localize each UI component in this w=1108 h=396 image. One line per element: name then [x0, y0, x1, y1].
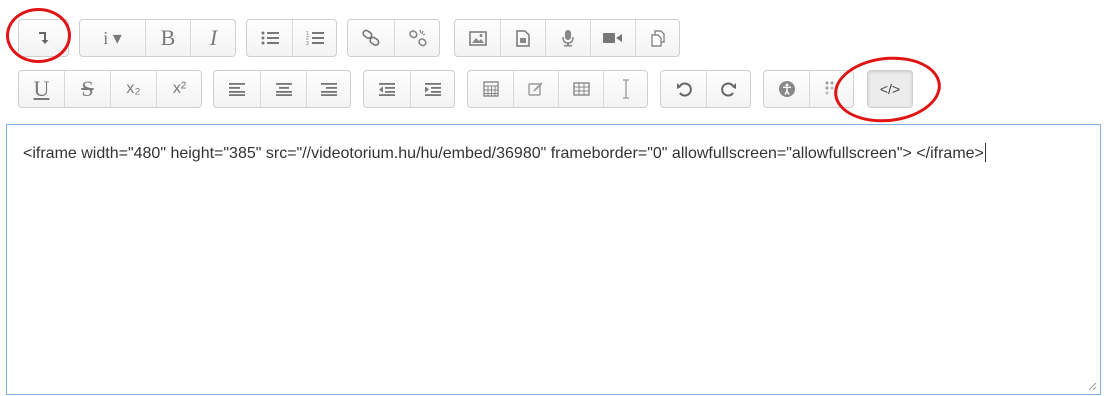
microphone-icon — [562, 30, 574, 47]
align-center-icon — [275, 82, 292, 96]
unordered-list-button[interactable] — [247, 20, 292, 56]
image-button[interactable] — [455, 20, 500, 56]
superscript-button[interactable]: x² — [156, 71, 201, 107]
link-icon — [362, 29, 380, 46]
media-icon — [516, 29, 530, 47]
editor-source-text[interactable]: <iframe width="480" height="385" src="//… — [23, 139, 1083, 168]
resize-handle-icon[interactable] — [1087, 381, 1097, 391]
group-links — [347, 19, 440, 57]
special-char-icon — [528, 82, 543, 96]
info-dropdown-label: i ▾ — [103, 27, 122, 48]
show-more-icon — [38, 32, 48, 44]
accessibility-button[interactable] — [764, 71, 809, 107]
indent-icon — [425, 82, 441, 96]
underline-label: U — [33, 76, 50, 101]
group-insert — [467, 70, 648, 108]
accessibility-icon — [778, 81, 795, 97]
clear-format-icon — [623, 79, 629, 99]
bold-button[interactable]: B — [145, 20, 190, 56]
video-button[interactable] — [590, 20, 635, 56]
media-button[interactable] — [500, 20, 545, 56]
image-icon — [468, 30, 487, 46]
undo-button[interactable] — [661, 71, 706, 107]
html-source-button[interactable]: </> — [868, 71, 912, 107]
screenreader-button[interactable] — [809, 71, 853, 107]
group-text-format: U S x₂ x² — [18, 70, 202, 108]
group-html: </> — [867, 70, 913, 108]
equation-button[interactable] — [468, 71, 513, 107]
redo-icon — [721, 82, 736, 97]
editor-content-area[interactable]: <iframe width="480" height="385" src="//… — [6, 124, 1101, 395]
superscript-label: x² — [172, 80, 187, 97]
strikethrough-label: S — [81, 76, 94, 101]
redo-button[interactable] — [706, 71, 750, 107]
align-center-button[interactable] — [260, 71, 306, 107]
unlink-button[interactable] — [394, 20, 439, 56]
align-left-button[interactable] — [214, 71, 260, 107]
ordered-list-button[interactable]: 123 — [292, 20, 336, 56]
group-show-more — [18, 19, 69, 57]
html-source-label: </> — [879, 81, 901, 97]
align-right-button[interactable] — [306, 71, 350, 107]
indent-button[interactable] — [410, 71, 454, 107]
unlink-icon — [408, 29, 427, 47]
strikethrough-button[interactable]: S — [64, 71, 110, 107]
bold-label: B — [160, 25, 176, 50]
show-more-button[interactable] — [19, 20, 68, 56]
screenreader-icon — [825, 81, 838, 95]
table-button[interactable] — [558, 71, 603, 107]
equation-icon — [482, 81, 499, 97]
editor-toolbar: i ▾ B I 123 U S x₂ x² </> — [0, 0, 1108, 124]
group-media — [454, 19, 680, 57]
group-text-style: i ▾ B I — [79, 19, 236, 57]
microphone-button[interactable] — [545, 20, 590, 56]
subscript-label: x₂ — [126, 80, 141, 97]
group-indent — [363, 70, 455, 108]
manage-files-button[interactable] — [635, 20, 679, 56]
group-alignment — [213, 70, 351, 108]
group-accessibility — [763, 70, 854, 108]
svg-text:3: 3 — [306, 41, 309, 46]
ordered-list-icon: 123 — [306, 31, 324, 46]
undo-icon — [676, 82, 692, 97]
group-history — [660, 70, 751, 108]
outdent-icon — [379, 82, 395, 96]
manage-files-icon — [651, 29, 665, 47]
underline-button[interactable]: U — [19, 71, 64, 107]
align-left-icon — [229, 82, 245, 96]
group-lists: 123 — [246, 19, 337, 57]
italic-button[interactable]: I — [190, 20, 235, 56]
unordered-list-icon — [261, 31, 279, 45]
link-button[interactable] — [348, 20, 394, 56]
info-dropdown-button[interactable]: i ▾ — [80, 20, 145, 56]
clear-format-button[interactable] — [603, 71, 647, 107]
text-caret — [984, 143, 986, 162]
table-icon — [572, 82, 590, 96]
italic-label: I — [209, 25, 218, 50]
special-char-button[interactable] — [513, 71, 558, 107]
editor-html-code: <iframe width="480" height="385" src="//… — [23, 145, 984, 162]
outdent-button[interactable] — [364, 71, 410, 107]
video-icon — [603, 33, 622, 43]
subscript-button[interactable]: x₂ — [110, 71, 156, 107]
align-right-icon — [321, 82, 337, 96]
